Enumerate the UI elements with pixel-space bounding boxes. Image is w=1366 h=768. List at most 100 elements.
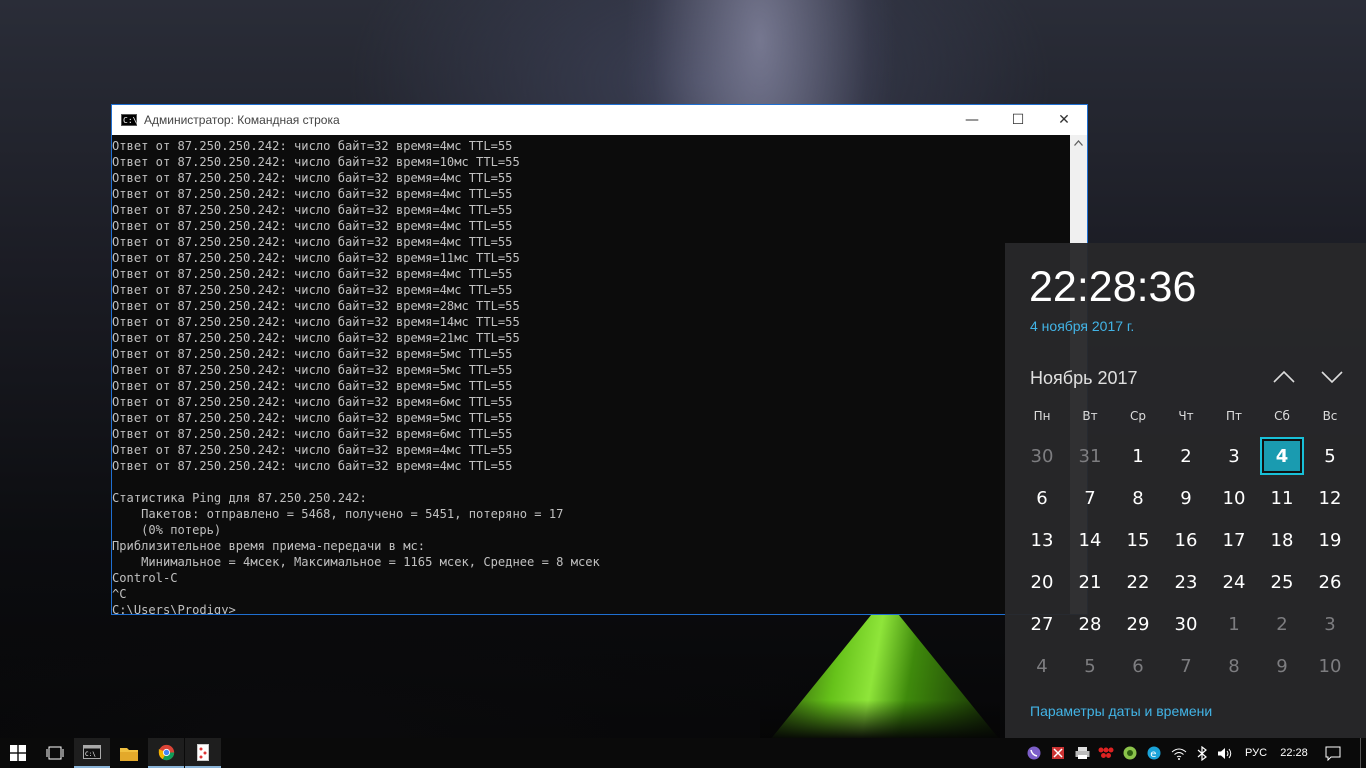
close-button[interactable]: ✕ — [1041, 105, 1087, 135]
calendar-day[interactable]: 1 — [1210, 603, 1258, 645]
calendar-day[interactable]: 10 — [1210, 477, 1258, 519]
calendar-day[interactable]: 11 — [1258, 477, 1306, 519]
calendar-day[interactable]: 8 — [1114, 477, 1162, 519]
tray-volume[interactable] — [1214, 738, 1236, 768]
weekday-label: Чт — [1178, 409, 1194, 423]
maximize-button[interactable]: ☐ — [995, 105, 1041, 135]
task-view-icon — [46, 746, 64, 760]
console-line: Ответ от 87.250.250.242: число байт=32 в… — [112, 395, 513, 409]
tray-wifi[interactable] — [1168, 738, 1190, 768]
calendar-day[interactable]: 16 — [1162, 519, 1210, 561]
calendar-day[interactable]: 21 — [1066, 561, 1114, 603]
console-line: Ответ от 87.250.250.242: число байт=32 в… — [112, 299, 520, 313]
calendar-day[interactable]: 24 — [1210, 561, 1258, 603]
cmd-window[interactable]: C:\. Администратор: Командная строка — ☐… — [111, 104, 1088, 615]
previous-month-button[interactable] — [1269, 365, 1299, 389]
calendar-day[interactable]: 4 — [1018, 645, 1066, 687]
taskbar-chrome[interactable] — [148, 738, 184, 768]
cmd-app-icon[interactable]: C:\. — [121, 114, 142, 126]
calendar-day[interactable]: 15 — [1114, 519, 1162, 561]
tray-printer[interactable] — [1072, 738, 1092, 768]
calendar-day[interactable]: 6 — [1114, 645, 1162, 687]
calendar-day[interactable]: 23 — [1162, 561, 1210, 603]
date-time-settings-link[interactable]: Параметры даты и времени — [1030, 703, 1212, 719]
calendar-day[interactable]: 17 — [1210, 519, 1258, 561]
chevron-down-icon — [1321, 371, 1343, 384]
calendar-day[interactable]: 5 — [1306, 435, 1354, 477]
console-line: Статистика Ping для 87.250.250.242: — [112, 491, 367, 505]
minimize-icon: — — [965, 112, 979, 128]
calendar-day[interactable]: 5 — [1066, 645, 1114, 687]
flyout-date-link[interactable]: 4 ноября 2017 г. — [1030, 318, 1134, 334]
console-line: Ответ от 87.250.250.242: число байт=32 в… — [112, 363, 513, 377]
chrome-icon — [158, 744, 174, 760]
calendar-day[interactable]: 27 — [1018, 603, 1066, 645]
app-icon — [197, 743, 209, 761]
console-line: Ответ от 87.250.250.242: число байт=32 в… — [112, 187, 513, 201]
calendar-day[interactable]: 3 — [1306, 603, 1354, 645]
scroll-up-button[interactable] — [1070, 135, 1087, 151]
taskbar-clock[interactable]: 22:28 — [1276, 738, 1312, 768]
title-bar[interactable]: C:\. Администратор: Командная строка — ☐… — [112, 105, 1087, 135]
calendar-day[interactable]: 13 — [1018, 519, 1066, 561]
task-view-button[interactable] — [37, 738, 73, 768]
tray-app2-icon — [1098, 747, 1114, 758]
calendar-day[interactable]: 6 — [1018, 477, 1066, 519]
console-line: Ответ от 87.250.250.242: число байт=32 в… — [112, 235, 513, 249]
console-line: ^C — [112, 587, 127, 601]
calendar-day[interactable]: 9 — [1258, 645, 1306, 687]
tray-viber[interactable] — [1024, 738, 1044, 768]
calendar-day[interactable]: 7 — [1066, 477, 1114, 519]
action-center-button[interactable] — [1320, 738, 1346, 768]
calendar-day[interactable]: 20 — [1018, 561, 1066, 603]
console-output[interactable]: Ответ от 87.250.250.242: число байт=32 в… — [112, 135, 1070, 614]
viber-icon — [1027, 746, 1041, 760]
calendar-day[interactable]: 19 — [1306, 519, 1354, 561]
calendar-day[interactable]: 9 — [1162, 477, 1210, 519]
calendar-day[interactable]: 10 — [1306, 645, 1354, 687]
calendar-day[interactable]: 26 — [1306, 561, 1354, 603]
taskbar-app[interactable] — [185, 738, 221, 768]
calendar-day[interactable]: 2 — [1162, 435, 1210, 477]
start-button[interactable] — [0, 738, 36, 768]
calendar-day[interactable]: 28 — [1066, 603, 1114, 645]
tray-app2[interactable] — [1096, 738, 1116, 768]
tray-app3[interactable] — [1120, 738, 1140, 768]
calendar-day[interactable]: 18 — [1258, 519, 1306, 561]
calendar-day[interactable]: 7 — [1162, 645, 1210, 687]
minimize-button[interactable]: — — [949, 105, 995, 135]
show-desktop-button[interactable] — [1360, 738, 1366, 768]
calendar-day[interactable]: 3 — [1210, 435, 1258, 477]
tray-app-icon — [1052, 747, 1064, 759]
console-line: Ответ от 87.250.250.242: число байт=32 в… — [112, 459, 513, 473]
tray-app[interactable] — [1048, 738, 1068, 768]
calendar-day[interactable]: 22 — [1114, 561, 1162, 603]
calendar-day[interactable]: 30 — [1018, 435, 1066, 477]
tray-ie[interactable]: e — [1144, 738, 1164, 768]
calendar-flyout: 22:28:36 4 ноября 2017 г. Ноябрь 2017 Пн… — [1005, 243, 1366, 738]
console-line: Ответ от 87.250.250.242: число байт=32 в… — [112, 411, 513, 425]
console-line: C:\Users\Prodigy> — [112, 603, 236, 614]
maximize-icon: ☐ — [1011, 112, 1025, 128]
month-label[interactable]: Ноябрь 2017 — [1030, 368, 1138, 389]
calendar-day[interactable]: 25 — [1258, 561, 1306, 603]
chevron-up-icon — [1273, 370, 1295, 383]
console-line: Ответ от 87.250.250.242: число байт=32 в… — [112, 171, 513, 185]
next-month-button[interactable] — [1317, 365, 1347, 389]
console-line: Приблизительное время приема-передачи в … — [112, 539, 426, 553]
calendar-day[interactable]: 8 — [1210, 645, 1258, 687]
calendar-day[interactable]: 2 — [1258, 603, 1306, 645]
console-line: Ответ от 87.250.250.242: число байт=32 в… — [112, 283, 513, 297]
calendar-day[interactable]: 14 — [1066, 519, 1114, 561]
taskbar-explorer[interactable] — [111, 738, 147, 768]
calendar-day[interactable]: 12 — [1306, 477, 1354, 519]
console-line: Control-C — [112, 571, 178, 585]
calendar-day[interactable]: 1 — [1114, 435, 1162, 477]
calendar-day-today[interactable]: 4 — [1260, 437, 1304, 475]
taskbar-cmd[interactable]: C:\ — [74, 738, 110, 768]
calendar-day[interactable]: 31 — [1066, 435, 1114, 477]
tray-bluetooth[interactable] — [1192, 738, 1212, 768]
language-indicator[interactable]: РУС — [1240, 738, 1272, 768]
calendar-day[interactable]: 30 — [1162, 603, 1210, 645]
calendar-day[interactable]: 29 — [1114, 603, 1162, 645]
